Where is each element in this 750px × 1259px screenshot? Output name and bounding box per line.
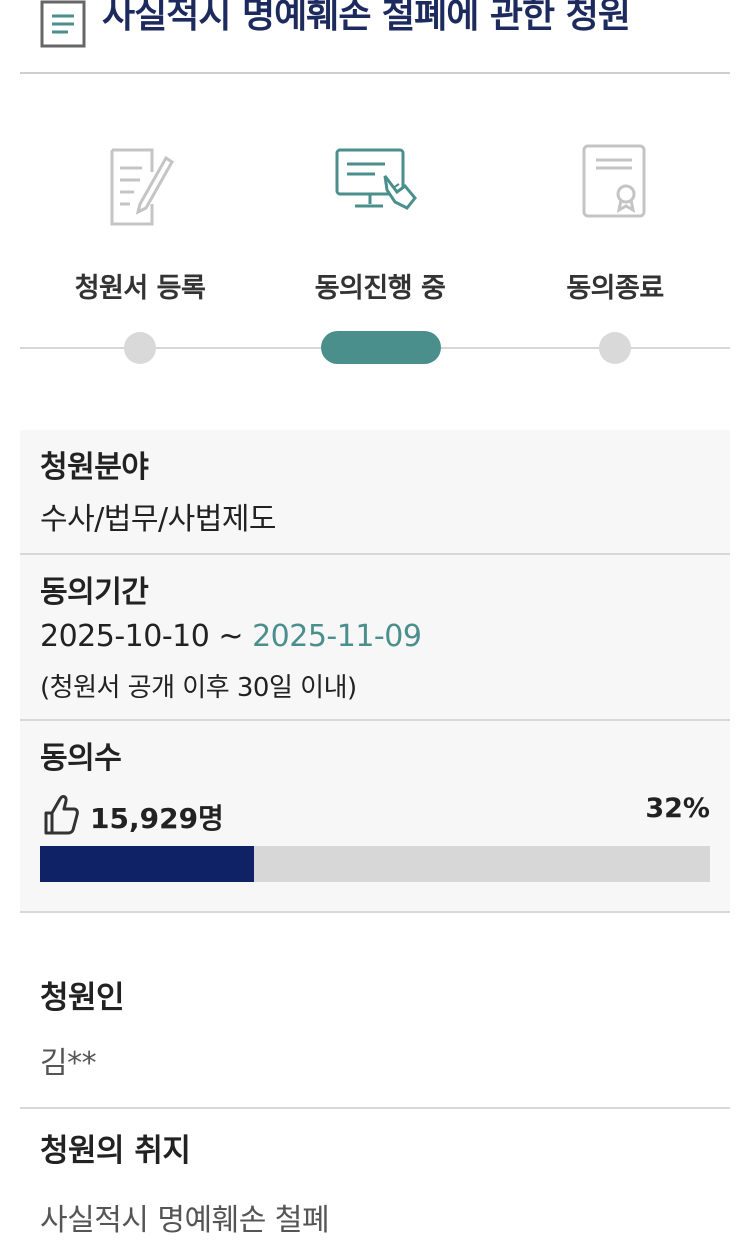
agree-percent: 32% [645, 793, 710, 824]
step-in-progress: 동의진행 중 [260, 120, 500, 304]
step-dot-completed [599, 332, 631, 364]
petitioner-value: 김** [40, 1046, 97, 1081]
period-label: 동의기간 [40, 575, 149, 610]
agree-row: 동의수 15,929명 32% [20, 721, 730, 913]
section-divider [20, 1107, 730, 1109]
period-start: 2025-10-10 [40, 619, 210, 654]
agree-progress-fill [40, 846, 255, 882]
petition-progress-steps: 청원서 등록 동의진행 중 동의종료 [20, 120, 730, 380]
agree-progress-bar [40, 846, 710, 882]
petition-info-box: 청원분야 수사/법무/사법제도 동의기간 2025-10-10 ~ 2025-1… [20, 430, 730, 913]
step-registration: 청원서 등록 [20, 120, 260, 304]
agree-count: 15,929명 [90, 802, 224, 835]
step-dot-registration [124, 332, 156, 364]
computer-hand-icon [335, 148, 417, 210]
page-header: 사실적시 명예훼손 철폐에 관한 청원 [0, 0, 750, 74]
agree-label: 동의수 [40, 741, 122, 776]
step-label-completed: 동의종료 [566, 273, 664, 304]
period-note: (청원서 공개 이후 30일 이내) [40, 673, 357, 703]
page-title: 사실적시 명예훼손 철폐에 관한 청원 [102, 0, 631, 36]
purpose-value: 사실적시 명예훼손 철폐 [40, 1203, 330, 1238]
category-label: 청원분야 [40, 450, 149, 485]
purpose-label: 청원의 취지 [40, 1133, 191, 1169]
period-value: 2025-10-10 ~ 2025-11-09 [40, 619, 422, 654]
petitioner-label: 청원인 [40, 980, 125, 1016]
thumbs-up-icon [44, 795, 79, 835]
document-list-icon [40, 0, 86, 48]
category-row: 청원분야 수사/법무/사법제도 [20, 430, 730, 555]
period-end: 2025-11-09 [252, 619, 422, 654]
certificate-icon [582, 144, 646, 218]
category-value: 수사/법무/사법제도 [40, 502, 277, 537]
step-label-in-progress: 동의진행 중 [314, 273, 446, 304]
step-indicator-current [321, 331, 441, 364]
pen-document-icon [110, 148, 174, 226]
title-divider [20, 72, 730, 74]
step-label-registration: 청원서 등록 [74, 273, 206, 304]
step-completed: 동의종료 [495, 120, 735, 304]
period-separator: ~ [209, 619, 253, 654]
period-row: 동의기간 2025-10-10 ~ 2025-11-09 (청원서 공개 이후 … [20, 555, 730, 721]
